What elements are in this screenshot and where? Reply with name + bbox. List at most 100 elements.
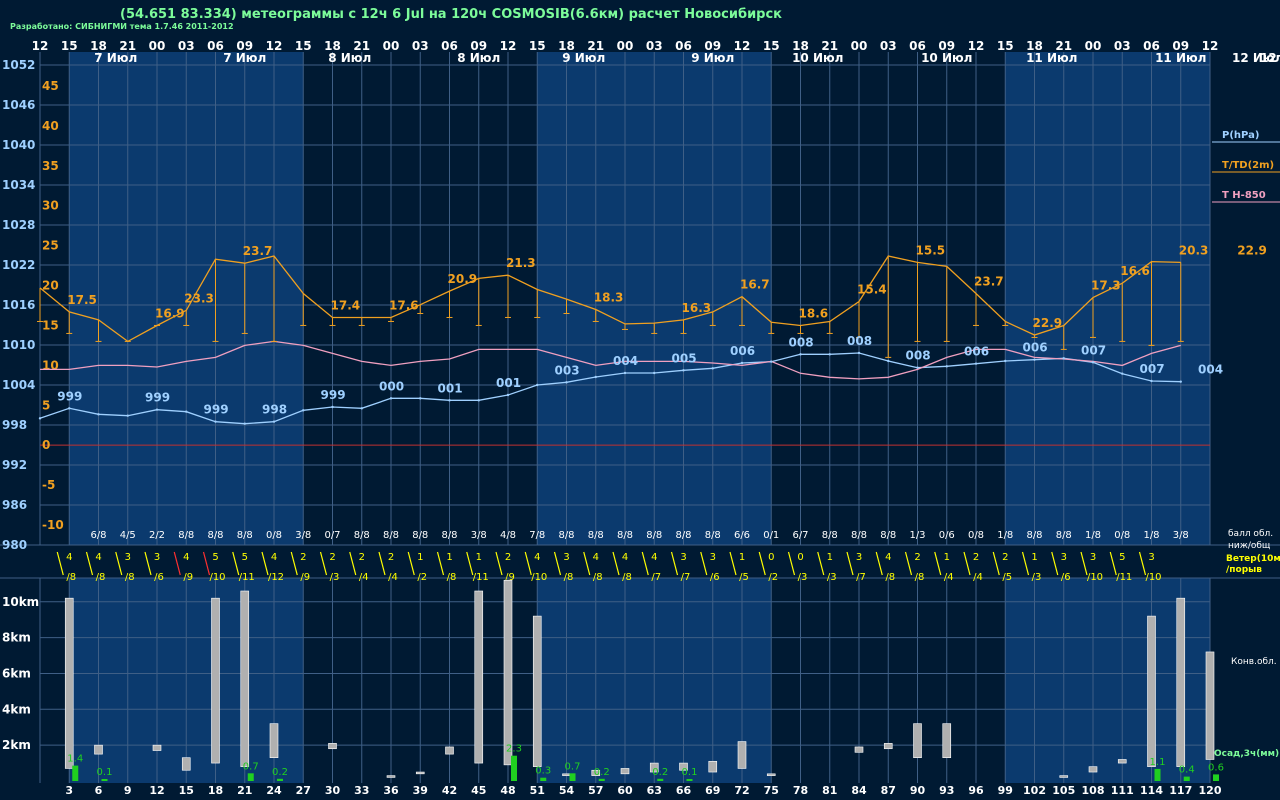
wind-arrow	[758, 551, 766, 576]
temp-label: 16.7	[740, 278, 770, 292]
cloud-column	[240, 590, 250, 767]
meteogram: (54.651 83.334) метеограммы с 12ч 6 Jul …	[0, 0, 1280, 800]
cloud-column	[942, 723, 952, 758]
wind-gust: /9	[300, 572, 310, 583]
bottom-hour-label: 90	[910, 784, 926, 797]
wind-arrow	[436, 551, 445, 576]
wind-speed: 4	[66, 552, 72, 563]
pressure-point	[1004, 359, 1007, 363]
cloud-cover-value: 4/5	[120, 530, 136, 541]
wind-arrow	[378, 551, 386, 576]
precip-bar	[101, 779, 108, 781]
pressure-point	[38, 417, 42, 420]
precip-bar	[1213, 774, 1219, 781]
temp-label: 22.9	[1033, 316, 1063, 330]
precip-label: 0.2	[594, 767, 610, 778]
top-hour-label: 03	[646, 39, 663, 53]
wind-gust: /4	[359, 572, 369, 583]
precip-label: 0.3	[535, 766, 551, 777]
bottom-hour-label: 60	[617, 784, 633, 797]
pressure-tick: 1034	[2, 178, 35, 192]
precip-label: 0.1	[682, 767, 698, 778]
temp-tick: 45	[42, 79, 59, 93]
pressure-point	[360, 407, 363, 410]
cloud-column	[474, 590, 484, 764]
bottom-hour-label: 78	[793, 784, 808, 797]
bottom-hour-label: 84	[851, 784, 867, 797]
wind-arrow	[495, 551, 503, 576]
cloud-column	[386, 775, 396, 778]
legend-label: T/TD(2m)	[1222, 160, 1274, 171]
height-tick: 6km	[2, 666, 31, 680]
pressure-point	[916, 366, 919, 369]
wind-arrow	[1051, 551, 1059, 576]
wind-speed: 4	[651, 552, 657, 563]
pressure-label: 999	[145, 391, 170, 405]
wind-speed: 2	[1002, 552, 1008, 563]
wind-arrow	[1021, 551, 1030, 576]
cloud-cover-value: 6/7	[792, 530, 808, 541]
cloud-column	[766, 773, 776, 776]
day-band	[1005, 52, 1210, 545]
cloud-column	[211, 597, 220, 764]
temp-tick: 35	[42, 159, 59, 173]
wind-label: Ветер(10м)	[1226, 554, 1280, 564]
cloud-column	[181, 757, 191, 771]
date-label: 8 Июл	[457, 51, 500, 65]
precip-label: 1.1	[1150, 757, 1166, 768]
date-label: 9 Июл	[691, 51, 734, 65]
bottom-hour-label: 6	[95, 784, 103, 797]
cloud-cover-value: 8/8	[880, 530, 896, 541]
pressure-point	[1062, 357, 1065, 360]
pressure-point	[243, 422, 246, 425]
bottom-hour-label: 12	[149, 784, 164, 797]
pressure-point	[623, 371, 627, 375]
wind-gust: /6	[1061, 572, 1071, 583]
bottom-hour-label: 45	[471, 784, 486, 797]
pressure-point	[1121, 372, 1124, 375]
pressure-label: 001	[496, 376, 521, 390]
cloud-column	[854, 746, 864, 753]
temp-label: 17.4	[331, 298, 361, 312]
pressure-label: 999	[321, 388, 346, 402]
temp-tick: 30	[42, 199, 59, 213]
wind-gust: /12	[268, 572, 284, 583]
wind-speed: 1	[417, 552, 423, 563]
cloud-column	[708, 760, 718, 773]
bottom-hour-label: 99	[998, 784, 1013, 797]
top-hour-label: 00	[1085, 39, 1102, 53]
wind-gust: /4	[973, 572, 983, 583]
precip-bar	[72, 765, 79, 781]
wind-arrow	[787, 551, 796, 576]
pressure-label: 000	[379, 379, 404, 393]
pressure-tick: 1004	[2, 378, 35, 392]
top-hour-label: 03	[178, 39, 195, 53]
pressure-label: 006	[730, 344, 755, 358]
date-label: 11 Июл	[1026, 51, 1077, 65]
date-label: 8 Июл	[328, 51, 371, 65]
bottom-hour-label: 21	[237, 784, 252, 797]
precip-label: 0.4	[1179, 765, 1195, 776]
temp-label: 20.3	[1179, 243, 1209, 257]
cloud-cover-value: 1/8	[997, 530, 1013, 541]
pressure-tick: 992	[2, 458, 27, 472]
cloud-cover-value: 8/8	[822, 530, 838, 541]
pressure-tick: 1016	[2, 298, 35, 312]
pressure-point	[389, 397, 393, 400]
precip-bar	[569, 773, 576, 781]
pressure-label: 999	[57, 389, 82, 403]
wind-gust: /7	[681, 572, 691, 583]
wind-speed: 4	[95, 552, 101, 563]
cloud-column	[737, 741, 747, 769]
pressure-tick: 1028	[2, 218, 35, 232]
wind-gust: /11	[239, 572, 255, 583]
wind-speed: 4	[534, 552, 540, 563]
bottom-hour-label: 48	[500, 784, 515, 797]
precip-bar	[657, 778, 664, 781]
cloud-cover-value: 0/1	[763, 530, 779, 541]
wind-gust: /9	[183, 572, 193, 583]
wind-speed: 2	[914, 552, 920, 563]
wind-arrow	[992, 551, 1000, 576]
wind-arrow	[290, 551, 298, 576]
cloud-column	[1205, 651, 1215, 760]
